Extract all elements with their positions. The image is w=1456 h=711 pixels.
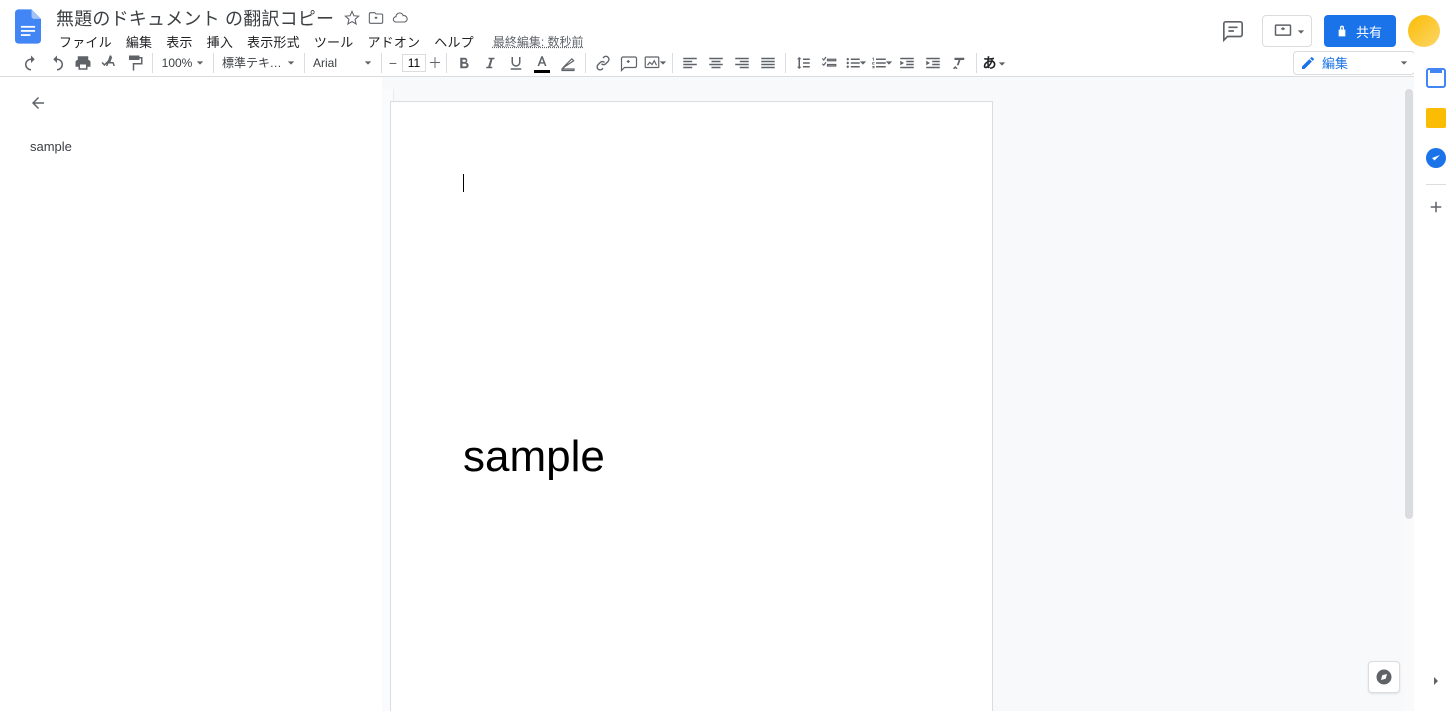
move-icon[interactable]: [366, 8, 386, 28]
indent-increase-icon[interactable]: [921, 51, 945, 75]
outline-panel: sample: [0, 77, 382, 711]
toolbar: 100% 標準テキス... Arial − 11 ＋ あ 編集: [0, 48, 1456, 77]
italic-icon[interactable]: [478, 51, 502, 75]
add-addon-icon[interactable]: [1416, 187, 1456, 227]
outline-item[interactable]: sample: [20, 135, 362, 158]
scroll-thumb[interactable]: [1405, 89, 1413, 519]
align-justify-icon[interactable]: [756, 51, 780, 75]
share-button[interactable]: 共有: [1324, 15, 1396, 47]
align-right-icon[interactable]: [730, 51, 754, 75]
edit-mode-select[interactable]: 編集: [1293, 51, 1415, 75]
zoom-select[interactable]: 100%: [157, 51, 209, 75]
spellcheck-icon[interactable]: [97, 51, 121, 75]
menubar: ファイル 編集 表示 挿入 表示形式 ツール アドオン ヘルプ 最終編集: 数秒…: [52, 30, 584, 52]
underline-icon[interactable]: [504, 51, 528, 75]
menu-help[interactable]: ヘルプ: [427, 30, 481, 53]
outline-close-icon[interactable]: [24, 89, 52, 117]
canvas-scroll[interactable]: sample: [382, 77, 1414, 711]
star-icon[interactable]: [342, 8, 362, 28]
text-color-icon[interactable]: [530, 51, 554, 75]
app-header: 無題のドキュメント の翻訳コピー ファイル 編集 表示 挿入 表示形式 ツール …: [0, 0, 1456, 48]
font-size-increase[interactable]: ＋: [428, 53, 442, 73]
calendar-app-icon[interactable]: [1416, 58, 1456, 98]
font-select[interactable]: Arial: [309, 51, 377, 75]
scrollbar[interactable]: [1404, 89, 1414, 711]
menu-format[interactable]: 表示形式: [240, 30, 307, 53]
edit-mode-label: 編集: [1322, 53, 1348, 72]
body-heading[interactable]: sample: [463, 432, 920, 482]
menu-edit[interactable]: 編集: [119, 30, 159, 53]
collapse-side-panel-icon[interactable]: [1416, 661, 1456, 701]
paragraph-style-select[interactable]: 標準テキス...: [218, 51, 300, 75]
undo-icon[interactable]: [19, 51, 43, 75]
document-page[interactable]: sample: [390, 101, 993, 711]
clear-format-icon[interactable]: [947, 51, 971, 75]
comment-icon[interactable]: [617, 51, 641, 75]
indent-decrease-icon[interactable]: [895, 51, 919, 75]
redo-icon[interactable]: [45, 51, 69, 75]
line-spacing-icon[interactable]: [791, 51, 815, 75]
align-center-icon[interactable]: [704, 51, 728, 75]
docs-logo[interactable]: [8, 6, 48, 46]
tasks-app-icon[interactable]: [1416, 138, 1456, 178]
share-label: 共有: [1356, 22, 1382, 41]
explore-fab[interactable]: [1368, 661, 1400, 693]
cloud-saved-icon[interactable]: [390, 8, 410, 28]
side-panel: [1414, 48, 1456, 711]
ime-icon[interactable]: あ: [982, 51, 1006, 75]
menu-insert[interactable]: 挿入: [200, 30, 240, 53]
keep-app-icon[interactable]: [1416, 98, 1456, 138]
comments-icon[interactable]: [1216, 14, 1250, 48]
avatar[interactable]: [1408, 15, 1440, 47]
image-icon[interactable]: [643, 51, 667, 75]
text-cursor: [463, 174, 464, 192]
font-size-input[interactable]: 11: [402, 54, 426, 72]
numbered-list-icon[interactable]: [869, 51, 893, 75]
menu-addons[interactable]: アドオン: [360, 30, 427, 53]
menu-tools[interactable]: ツール: [307, 30, 361, 53]
paint-format-icon[interactable]: [123, 51, 147, 75]
doc-title[interactable]: 無題のドキュメント の翻訳コピー: [52, 5, 338, 31]
highlight-icon[interactable]: [556, 51, 580, 75]
header-actions: 共有: [1216, 6, 1448, 48]
checklist-icon[interactable]: [817, 51, 841, 75]
menu-file[interactable]: ファイル: [52, 30, 119, 53]
present-button[interactable]: [1262, 15, 1312, 47]
bulleted-list-icon[interactable]: [843, 51, 867, 75]
bold-icon[interactable]: [452, 51, 476, 75]
doc-info: 無題のドキュメント の翻訳コピー ファイル 編集 表示 挿入 表示形式 ツール …: [52, 6, 584, 52]
workspace: sample sample: [0, 77, 1414, 711]
print-icon[interactable]: [71, 51, 95, 75]
font-size-decrease[interactable]: −: [386, 53, 400, 73]
link-icon[interactable]: [591, 51, 615, 75]
last-edit-link[interactable]: 最終編集: 数秒前: [493, 33, 584, 50]
align-left-icon[interactable]: [678, 51, 702, 75]
menu-view[interactable]: 表示: [159, 30, 199, 53]
